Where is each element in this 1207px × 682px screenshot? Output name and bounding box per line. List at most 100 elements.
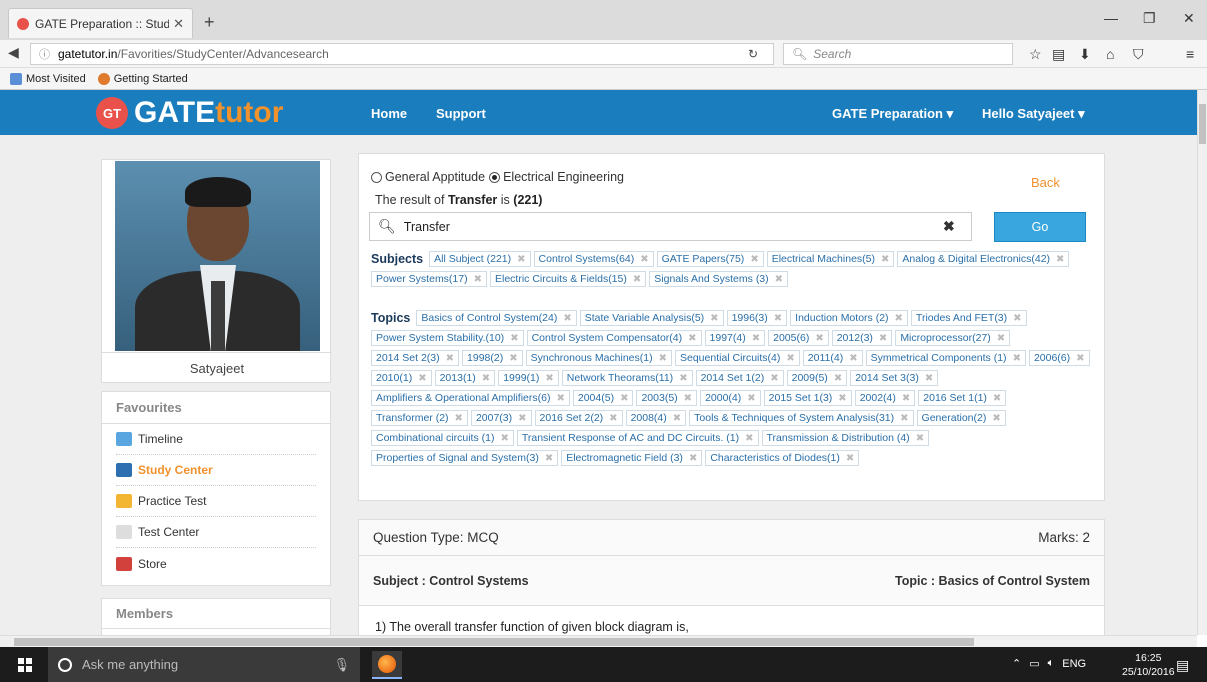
topic-chip[interactable]: Tools & Techniques of System Analysis(31… [689, 410, 914, 426]
remove-chip-icon[interactable]: ✖ [518, 413, 526, 424]
back-arrow-icon[interactable]: ◀ [8, 44, 19, 61]
subject-chip[interactable]: Control Systems(64) ✖ [533, 251, 654, 267]
topic-chip[interactable]: 1999(1) ✖ [498, 370, 559, 386]
new-tab-button[interactable]: + [204, 12, 215, 33]
remove-chip-icon[interactable]: ✖ [684, 393, 692, 404]
remove-chip-icon[interactable]: ✖ [786, 353, 794, 364]
download-icon[interactable]: ⬇ [1079, 46, 1091, 63]
fav-item-study-center[interactable]: Study Center [116, 455, 316, 486]
nav-support[interactable]: Support [436, 106, 486, 121]
remove-chip-icon[interactable]: ✖ [446, 353, 454, 364]
topic-chip[interactable]: 2007(3) ✖ [470, 410, 532, 426]
remove-chip-icon[interactable]: ✖ [752, 333, 760, 344]
topic-chip[interactable]: Characteristics of Diodes(1) ✖ [705, 450, 860, 466]
topic-chip[interactable]: 1998(2) ✖ [462, 350, 523, 366]
subject-chip[interactable]: Electric Circuits & Fields(15) ✖ [490, 271, 647, 287]
go-button[interactable]: Go [994, 212, 1086, 242]
topic-chip[interactable]: Transient Response of AC and DC Circuits… [516, 430, 759, 446]
topic-chip[interactable]: Properties of Signal and System(3) ✖ [371, 450, 559, 466]
remove-chip-icon[interactable]: ✖ [474, 274, 482, 285]
topic-chip[interactable]: 2005(6) ✖ [768, 330, 829, 346]
remove-chip-icon[interactable]: ✖ [1013, 353, 1021, 364]
nav-home[interactable]: Home [371, 106, 407, 121]
menu-icon[interactable]: ≡ [1186, 46, 1194, 62]
bookmark-star-icon[interactable]: ☆ [1029, 46, 1042, 63]
remove-chip-icon[interactable]: ✖ [710, 313, 718, 324]
topic-chip[interactable]: Control System Compensator(4) ✖ [526, 330, 702, 346]
close-tab-icon[interactable]: ✕ [173, 16, 184, 32]
remove-chip-icon[interactable]: ✖ [747, 393, 755, 404]
topic-chip[interactable]: 2012(3) ✖ [831, 330, 893, 346]
radio-general-aptitude[interactable] [371, 171, 382, 183]
pocket-icon[interactable]: ⛉ [1133, 46, 1144, 63]
fav-item-test-center[interactable]: Test Center [116, 517, 316, 548]
topic-chip[interactable]: Sequential Circuits(4) ✖ [675, 350, 800, 366]
remove-chip-icon[interactable]: ✖ [510, 333, 518, 344]
remove-chip-icon[interactable]: ✖ [992, 413, 1000, 424]
topic-chip[interactable]: Network Theorams(11) ✖ [561, 370, 693, 386]
remove-chip-icon[interactable]: ✖ [455, 413, 463, 424]
remove-chip-icon[interactable]: ✖ [745, 433, 753, 444]
firefox-taskbar-button[interactable] [372, 651, 402, 679]
microphone-icon[interactable]: 🎙︎ [333, 657, 350, 673]
remove-chip-icon[interactable]: ✖ [774, 313, 782, 324]
topic-chip[interactable]: 2009(5) ✖ [786, 370, 848, 386]
windows-start-icon[interactable] [18, 658, 32, 672]
remove-chip-icon[interactable]: ✖ [688, 333, 696, 344]
topic-chip[interactable]: 1997(4) ✖ [704, 330, 766, 346]
remove-chip-icon[interactable]: ✖ [609, 413, 617, 424]
fav-item-timeline[interactable]: Timeline [116, 424, 316, 455]
subject-chip[interactable]: Analog & Digital Electronics(42) ✖ [897, 251, 1070, 267]
topic-chip[interactable]: Microprocessor(27) ✖ [895, 330, 1011, 346]
topic-chip[interactable]: Symmetrical Components (1) ✖ [865, 350, 1026, 366]
topic-chip[interactable]: Power System Stability.(10) ✖ [371, 330, 524, 346]
topic-chip[interactable]: 2016 Set 2(2) ✖ [534, 410, 623, 426]
radio-electrical-engineering[interactable] [489, 171, 501, 183]
scrollbar-thumb[interactable] [1199, 104, 1206, 144]
topic-chip[interactable]: 2004(5) ✖ [572, 390, 634, 406]
remove-chip-icon[interactable]: ✖ [500, 433, 508, 444]
remove-chip-icon[interactable]: ✖ [633, 274, 641, 285]
remove-chip-icon[interactable]: ✖ [1076, 353, 1084, 364]
site-logo[interactable]: GT GATE tutor [96, 93, 283, 133]
topic-chip[interactable]: Generation(2) ✖ [916, 410, 1006, 426]
remove-chip-icon[interactable]: ✖ [900, 413, 908, 424]
topic-chip[interactable]: 1996(3) ✖ [726, 310, 788, 326]
topic-chip[interactable]: 2008(4) ✖ [625, 410, 687, 426]
remove-chip-icon[interactable]: ✖ [620, 393, 628, 404]
remove-chip-icon[interactable]: ✖ [770, 373, 778, 384]
remove-chip-icon[interactable]: ✖ [517, 254, 525, 265]
topic-chip[interactable]: Synchronous Machines(1) ✖ [525, 350, 672, 366]
volume-icon[interactable]: 🔈︎ [1048, 657, 1055, 670]
reload-icon[interactable]: ↻ [748, 47, 758, 61]
remove-chip-icon[interactable]: ✖ [916, 433, 924, 444]
topic-chip[interactable]: 2010(1) ✖ [371, 370, 432, 386]
remove-chip-icon[interactable]: ✖ [418, 373, 426, 384]
address-bar[interactable]: ⓘ gatetutor.in /Favorities/StudyCenter/A… [30, 43, 774, 65]
topic-chip[interactable]: 2002(4) ✖ [854, 390, 916, 406]
cortana-search-box[interactable]: Ask me anything 🎙︎ [48, 647, 360, 682]
info-icon[interactable]: ⓘ [39, 46, 50, 62]
fav-item-practice-test[interactable]: Practice Test [116, 486, 316, 517]
browser-search-input[interactable]: 🔍︎ Search [783, 43, 1013, 65]
topic-chip[interactable]: State Variable Analysis(5) ✖ [579, 310, 724, 326]
topic-chip[interactable]: Basics of Control System(24) ✖ [416, 310, 577, 326]
language-indicator[interactable]: ENG [1062, 658, 1086, 670]
vertical-scrollbar[interactable] [1197, 90, 1207, 635]
topic-chip[interactable]: 2006(6) ✖ [1028, 350, 1090, 366]
remove-chip-icon[interactable]: ✖ [834, 373, 842, 384]
clear-search-icon[interactable]: ✖ [943, 218, 955, 235]
reading-list-icon[interactable]: ▤ [1052, 46, 1065, 63]
remove-chip-icon[interactable]: ✖ [849, 353, 857, 364]
topic-chip[interactable]: 2014 Set 2(3) ✖ [371, 350, 460, 366]
remove-chip-icon[interactable]: ✖ [997, 333, 1005, 344]
remove-chip-icon[interactable]: ✖ [509, 353, 517, 364]
horizontal-scrollbar[interactable] [0, 635, 1197, 647]
close-window-icon[interactable]: ✕ [1183, 10, 1195, 27]
remove-chip-icon[interactable]: ✖ [846, 453, 854, 464]
topic-chip[interactable]: Transmission & Distribution (4) ✖ [761, 430, 930, 446]
remove-chip-icon[interactable]: ✖ [545, 453, 553, 464]
home-icon[interactable]: ⌂ [1106, 46, 1114, 62]
subject-chip[interactable]: GATE Papers(75) ✖ [656, 251, 764, 267]
notification-icon[interactable]: ▤ [1176, 657, 1189, 674]
